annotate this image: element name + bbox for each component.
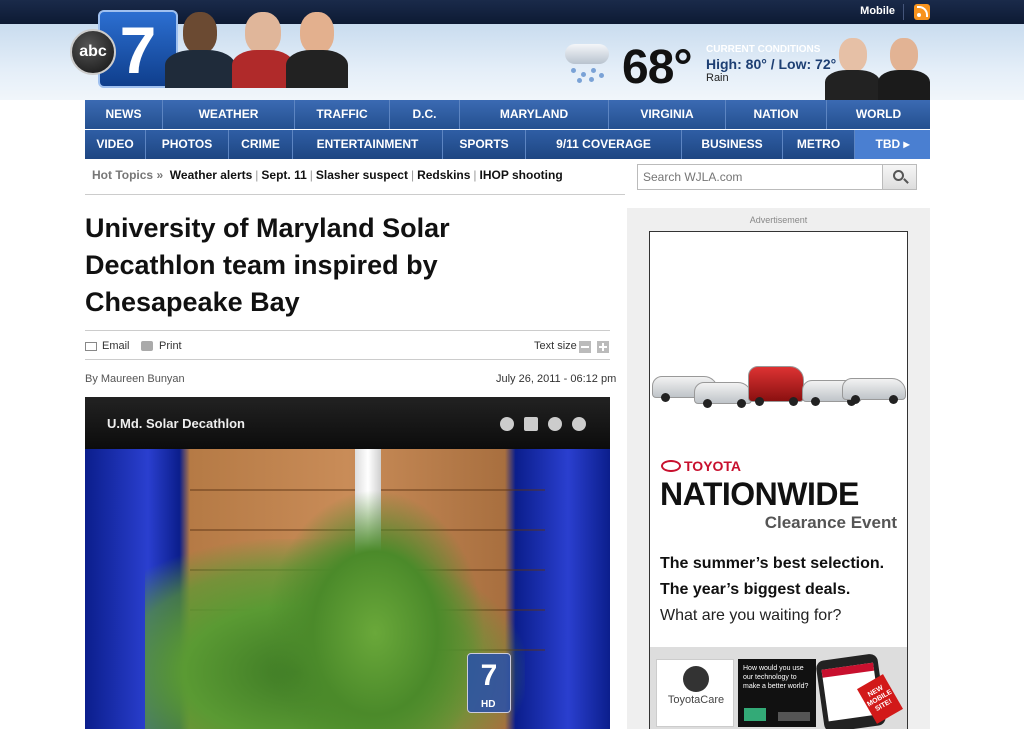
hot-topics-label: Hot Topics » [92, 168, 164, 182]
ad-line: What are you waiting for? [660, 607, 842, 624]
nav-nation[interactable]: NATION [726, 100, 827, 129]
info-icon[interactable] [500, 417, 514, 431]
nav-911-coverage[interactable]: 9/11 COVERAGE [526, 130, 682, 159]
email-link[interactable]: Email [102, 340, 130, 352]
ad-tiles: ToyotaCare How would you use our technol… [650, 647, 907, 729]
ad-line: The year’s biggest deals. [660, 581, 851, 598]
abc-logo[interactable]: abc [70, 29, 116, 75]
embed-icon[interactable] [572, 417, 586, 431]
secondary-nav: VIDEO PHOTOS CRIME ENTERTAINMENT SPORTS … [85, 130, 930, 159]
increase-text-size-button[interactable] [597, 341, 609, 353]
print-link[interactable]: Print [159, 340, 182, 352]
nav-tbd[interactable]: TBD ▸ [855, 130, 930, 159]
divider [85, 194, 625, 195]
cars-image [650, 360, 907, 420]
technology-tile[interactable]: How would you use our technology to make… [738, 659, 816, 727]
print-icon[interactable] [141, 341, 153, 351]
meteorologist-photo [878, 38, 930, 100]
tile-text: How would you use our technology to make… [743, 665, 809, 690]
share-icon[interactable] [548, 417, 562, 431]
toyota-logo-icon [661, 460, 681, 472]
hot-topic-link[interactable]: Redskins [417, 168, 470, 182]
weather-condition: Rain [706, 72, 729, 84]
hd-label: HD [481, 699, 496, 710]
hot-topic-link[interactable]: Weather alerts [170, 168, 252, 182]
decrease-text-size-button[interactable] [579, 341, 591, 353]
nav-weather[interactable]: WEATHER [163, 100, 295, 129]
article-title: University of Maryland Solar Decathlon t… [85, 213, 450, 317]
current-conditions-label: CURRENT CONDITIONS [706, 44, 821, 55]
anchor-photo [165, 12, 235, 88]
search-input[interactable] [638, 165, 882, 189]
hot-topic-link[interactable]: Slasher suspect [316, 168, 408, 182]
text-size-label: Text size [534, 340, 577, 352]
get-started-button[interactable] [778, 712, 810, 721]
toyotacare-label: ToyotaCare [667, 694, 725, 706]
nav-crime[interactable]: CRIME [229, 130, 293, 159]
video-title: U.Md. Solar Decathlon [107, 416, 245, 431]
current-temperature[interactable]: 68° [622, 40, 693, 95]
article-byline[interactable]: By Maureen Bunyan [85, 373, 185, 385]
mobile-link[interactable]: Mobile [860, 5, 895, 17]
nav-dc[interactable]: D.C. [390, 100, 460, 129]
hot-topic-link[interactable]: IHOP shooting [480, 168, 563, 182]
divider [903, 4, 904, 20]
anchor-photo [286, 12, 348, 88]
toyota-brand: TOYOTA [661, 458, 741, 474]
nav-business[interactable]: BUSINESS [682, 130, 783, 159]
toyota-ad[interactable]: TOYOTA NATIONWIDE Clearance Event The su… [649, 231, 908, 729]
ad-subheadline: Clearance Event [764, 513, 897, 532]
nav-virginia[interactable]: VIRGINIA [609, 100, 726, 129]
article-date: July 26, 2011 - 06:12 pm [496, 373, 617, 385]
nav-traffic[interactable]: TRAFFIC [295, 100, 390, 129]
search-box [637, 164, 917, 190]
rain-cloud-icon [565, 44, 609, 84]
anchor-photo [232, 12, 294, 88]
nav-world[interactable]: WORLD [827, 100, 930, 129]
search-button[interactable] [882, 165, 916, 189]
sidebar-ad-area: Advertisement TOYOTA NATIONWIDE Clearanc… [627, 208, 930, 729]
ad-headline: NATIONWIDE [660, 476, 859, 512]
ad-line: The summer’s best selection. [660, 555, 885, 572]
rss-icon[interactable] [914, 4, 930, 20]
nav-video[interactable]: VIDEO [85, 130, 146, 159]
email-icon[interactable] [85, 342, 97, 351]
hot-topics-bar: Hot Topics » Weather alerts | Sept. 11 | Sla… [92, 168, 563, 182]
article-tools: Email Print Text size [85, 330, 610, 360]
video-title-bar: U.Md. Solar Decathlon [85, 397, 610, 449]
hot-topic-link[interactable]: Sept. 11 [261, 168, 306, 182]
advertisement-label: Advertisement [749, 215, 808, 225]
plants [265, 489, 485, 729]
toyotacare-icon [683, 666, 709, 692]
video-frame[interactable] [85, 449, 610, 729]
primary-nav: NEWS WEATHER TRAFFIC D.C. MARYLAND VIRGI… [85, 100, 930, 129]
nav-news[interactable]: NEWS [85, 100, 163, 129]
video-player[interactable]: U.Md. Solar Decathlon 7 HD [85, 397, 610, 729]
nav-metro[interactable]: METRO [783, 130, 855, 159]
nav-photos[interactable]: PHOTOS [146, 130, 229, 159]
toyotacare-tile[interactable]: ToyotaCare [656, 659, 734, 727]
email-icon[interactable] [524, 417, 538, 431]
nav-entertainment[interactable]: ENTERTAINMENT [293, 130, 443, 159]
nav-maryland[interactable]: MARYLAND [460, 100, 609, 129]
nav-sports[interactable]: SPORTS [443, 130, 526, 159]
high-low-temperature: High: 80° / Low: 72° [706, 56, 837, 72]
